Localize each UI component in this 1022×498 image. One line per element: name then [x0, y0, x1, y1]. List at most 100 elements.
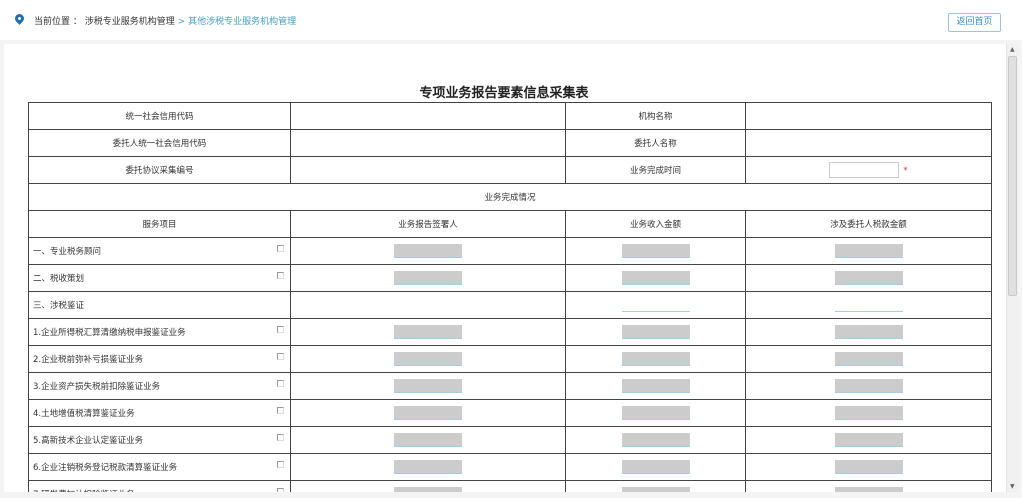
signer-input[interactable]	[394, 406, 462, 420]
scrollbar-thumb[interactable]	[1008, 56, 1017, 296]
income-amount-input[interactable]	[621, 460, 690, 474]
signer-input[interactable]	[394, 433, 462, 447]
info-label: 委托协议采集编号	[28, 156, 291, 184]
breadcrumb-current[interactable]: 其他涉税专业服务机构管理	[188, 17, 296, 27]
income-cell	[565, 372, 746, 400]
signer-cell	[290, 291, 566, 319]
item-checkbox[interactable]	[277, 380, 284, 387]
signer-input[interactable]	[394, 460, 462, 474]
tax-cell	[745, 345, 992, 373]
table-row: 二、税收策划	[28, 264, 992, 292]
income-amount-input[interactable]	[621, 406, 690, 420]
income-cell	[565, 480, 746, 492]
location-pin-icon	[13, 12, 26, 25]
item-checkbox[interactable]	[277, 272, 284, 279]
item-checkbox[interactable]	[277, 434, 284, 441]
tax-amount-input[interactable]	[834, 244, 903, 258]
tax-amount-input[interactable]	[834, 352, 903, 366]
tax-amount-input[interactable]	[834, 433, 903, 447]
service-item-cell: 4.土地增值税清算鉴证业务	[28, 399, 291, 427]
income-cell	[565, 453, 746, 481]
tax-amount-input[interactable]	[834, 487, 903, 492]
service-item-cell: 二、税收策划	[28, 264, 291, 292]
info-value-cell: *	[745, 156, 992, 184]
table-row: 1.企业所得税汇算清缴纳税申报鉴证业务	[28, 318, 992, 346]
income-amount-input[interactable]	[621, 433, 690, 447]
info-label: 委托人统一社会信用代码	[28, 129, 291, 157]
signer-input[interactable]	[394, 244, 462, 258]
income-amount-input[interactable]	[621, 379, 690, 393]
signer-cell	[290, 237, 566, 265]
tax-amount-input[interactable]	[834, 460, 903, 474]
item-checkbox[interactable]	[277, 488, 284, 492]
service-item-label: 二、税收策划	[33, 274, 85, 284]
back-home-button[interactable]: 返回首页	[948, 13, 1001, 32]
signer-input[interactable]	[394, 325, 462, 339]
income-amount-input[interactable]	[621, 325, 690, 339]
info-row: 统一社会信用代码 机构名称	[28, 102, 992, 130]
service-item-cell: 2.企业税前弥补亏损鉴证业务	[28, 345, 291, 373]
tax-amount-input[interactable]	[834, 325, 903, 339]
column-header-row: 服务项目 业务报告签署人 业务收入金额 涉及委托人税款金额	[28, 210, 992, 238]
tax-amount-input[interactable]	[834, 379, 903, 393]
section-title: 业务完成情况	[28, 183, 992, 211]
service-item-label: 5.高新技术企业认定鉴证业务	[33, 436, 144, 446]
service-item-label: 1.企业所得税汇算清缴纳税申报鉴证业务	[33, 328, 186, 338]
tax-cell	[745, 453, 992, 481]
collection-table: 统一社会信用代码 机构名称 委托人统一社会信用代码 委托人名称 委托协议采集编号…	[28, 102, 992, 492]
breadcrumb-parent[interactable]: 涉税专业服务机构管理	[85, 17, 175, 27]
scroll-down-icon[interactable]: ▼	[1010, 483, 1015, 490]
scroll-up-icon[interactable]: ▲	[1010, 46, 1015, 53]
info-label: 委托人名称	[565, 129, 746, 157]
income-cell	[565, 237, 746, 265]
breadcrumb-label: 当前位置 ：	[34, 17, 82, 27]
signer-cell	[290, 318, 566, 346]
tax-cell	[745, 318, 992, 346]
item-checkbox[interactable]	[277, 461, 284, 468]
breadcrumb: 当前位置 ： 涉税专业服务机构管理 > 其他涉税专业服务机构管理	[34, 14, 296, 27]
vertical-scrollbar[interactable]: ▲ ▼	[1006, 44, 1018, 492]
tax-cell	[745, 426, 992, 454]
item-checkbox[interactable]	[277, 245, 284, 252]
service-item-label: 三、涉税鉴证	[33, 301, 85, 311]
column-header: 业务报告签署人	[290, 210, 566, 238]
tax-amount-input[interactable]	[834, 298, 903, 312]
income-cell	[565, 264, 746, 292]
table-row: 5.高新技术企业认定鉴证业务	[28, 426, 992, 454]
signer-input[interactable]	[394, 379, 462, 393]
income-cell	[565, 345, 746, 373]
service-item-cell: 1.企业所得税汇算清缴纳税申报鉴证业务	[28, 318, 291, 346]
income-amount-input[interactable]	[621, 271, 690, 285]
tax-cell	[745, 372, 992, 400]
signer-cell	[290, 399, 566, 427]
income-amount-input[interactable]	[621, 298, 690, 312]
service-item-cell: 6.企业注销税务登记税款清算鉴证业务	[28, 453, 291, 481]
tax-amount-input[interactable]	[834, 271, 903, 285]
info-label: 机构名称	[565, 102, 746, 130]
income-cell	[565, 291, 746, 319]
tax-amount-input[interactable]	[834, 406, 903, 420]
column-header: 业务收入金额	[565, 210, 746, 238]
item-checkbox[interactable]	[277, 353, 284, 360]
table-row: 7.研发费加计扣除鉴证业务	[28, 480, 992, 492]
completion-date-input[interactable]	[829, 162, 900, 178]
info-value-cell	[290, 129, 566, 157]
item-checkbox[interactable]	[277, 326, 284, 333]
breadcrumb-separator: >	[177, 17, 186, 27]
tax-cell	[745, 399, 992, 427]
signer-input[interactable]	[394, 352, 462, 366]
income-amount-input[interactable]	[621, 244, 690, 258]
income-amount-input[interactable]	[621, 352, 690, 366]
top-bar: 当前位置 ： 涉税专业服务机构管理 > 其他涉税专业服务机构管理 返回首页	[0, 0, 1022, 40]
table-row: 三、涉税鉴证	[28, 291, 992, 319]
income-cell	[565, 399, 746, 427]
income-cell	[565, 426, 746, 454]
signer-input[interactable]	[394, 487, 462, 492]
item-checkbox[interactable]	[277, 407, 284, 414]
signer-input[interactable]	[394, 271, 462, 285]
service-item-cell: 5.高新技术企业认定鉴证业务	[28, 426, 291, 454]
income-amount-input[interactable]	[621, 487, 690, 492]
signer-cell	[290, 426, 566, 454]
income-cell	[565, 318, 746, 346]
service-item-label: 3.企业资产损失税前扣除鉴证业务	[33, 382, 161, 392]
